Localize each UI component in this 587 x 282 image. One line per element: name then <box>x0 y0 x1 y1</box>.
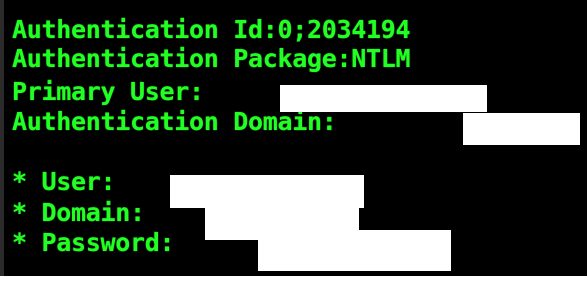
auth-id-line: Authentication Id:0;2034194 <box>12 15 411 44</box>
password-redaction <box>258 230 451 271</box>
auth-package-line: Authentication Package:NTLM <box>12 44 411 73</box>
primary-user-redaction <box>280 85 487 112</box>
user-redaction <box>170 175 364 208</box>
auth-domain-redaction <box>463 113 580 145</box>
user-line: * User: <box>12 167 116 196</box>
primary-user-line: Primary User: <box>12 77 204 106</box>
password-line: * Password: <box>12 228 175 257</box>
auth-domain-line: Authentication Domain: <box>12 107 337 136</box>
window-left-border <box>0 0 4 282</box>
console-window: Authentication Id:0;2034194 Authenticati… <box>0 0 587 282</box>
domain-line: * Domain: <box>12 198 145 227</box>
window-bottom-border <box>0 276 587 282</box>
